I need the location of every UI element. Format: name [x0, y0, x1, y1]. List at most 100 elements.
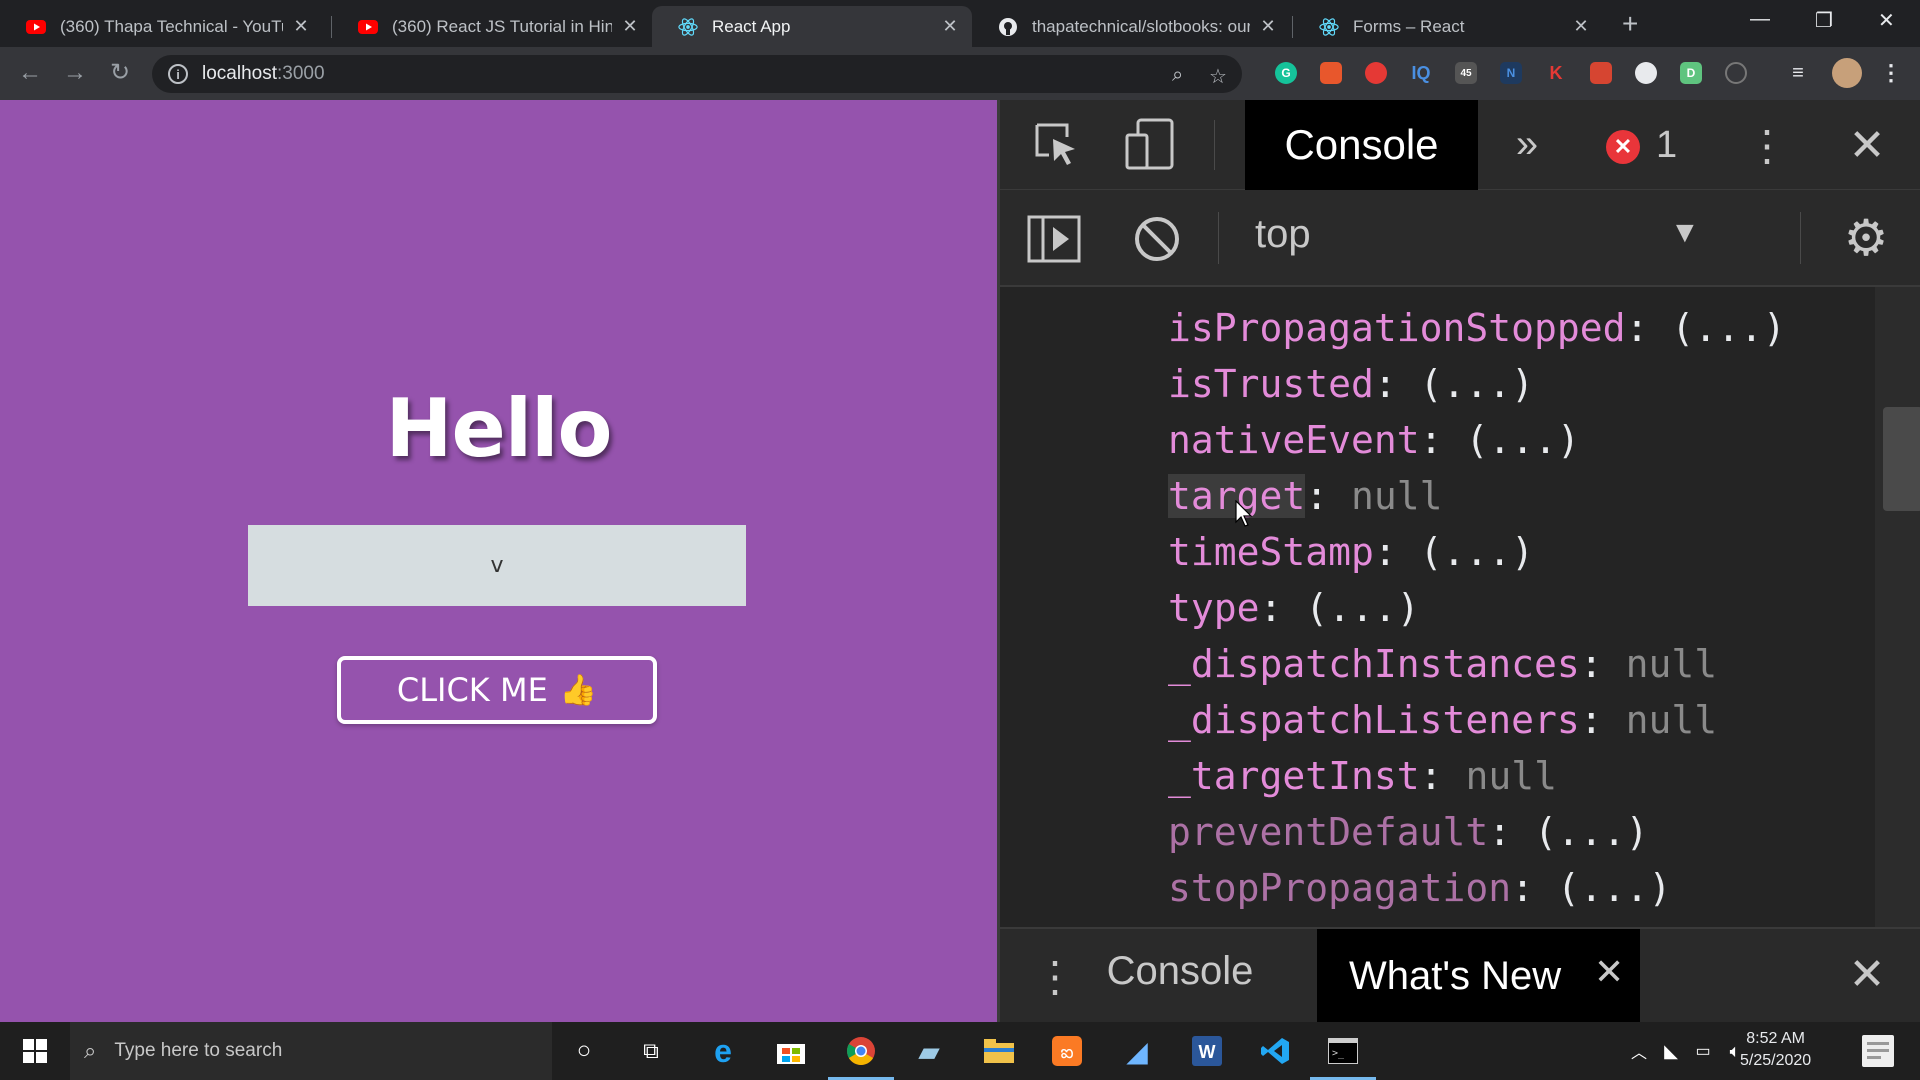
property-value[interactable]: (...)	[1420, 362, 1534, 406]
click-me-button[interactable]: CLICK ME 👍	[337, 656, 657, 724]
browser-tab[interactable]: (360) React JS Tutorial in Hindi ✕	[332, 6, 652, 47]
new-tab-button[interactable]: +	[1622, 10, 1638, 38]
internet-explorer-icon[interactable]: e	[702, 1030, 744, 1072]
windows-taskbar: ⌕ Type here to search ○ ⧉ e ▰ ఐ ◢ W >_ ︿…	[0, 1022, 1920, 1080]
console-property-line[interactable]: _dispatchInstances: null	[1168, 641, 1717, 687]
error-icon[interactable]: ✕	[1606, 130, 1640, 164]
console-property-line[interactable]: type: (...)	[1168, 585, 1420, 631]
property-key: isTrusted	[1168, 362, 1374, 406]
tab-title: (360) Thapa Technical - YouTube	[60, 16, 283, 36]
property-separator: :	[1419, 418, 1466, 462]
media-control-icon[interactable]: ≡	[1787, 62, 1809, 84]
console-property-line[interactable]: _dispatchListeners: null	[1168, 697, 1717, 743]
extension-icon[interactable]	[1365, 62, 1387, 84]
property-separator: :	[1259, 586, 1306, 630]
tab-console[interactable]: Console	[1245, 100, 1478, 190]
context-selector[interactable]: top	[1255, 212, 1311, 257]
inspect-element-icon[interactable]	[1030, 118, 1082, 170]
mouse-cursor-icon	[1235, 499, 1255, 533]
grammarly-extension-icon[interactable]: G	[1275, 62, 1297, 84]
bookmark-star-icon[interactable]: ☆	[1209, 64, 1227, 89]
console-property-line[interactable]: stopPropagation: (...)	[1168, 865, 1671, 911]
xampp-icon[interactable]: ఐ	[1046, 1030, 1088, 1072]
console-property-line[interactable]: nativeEvent: (...)	[1168, 417, 1580, 463]
console-scrollbar[interactable]	[1875, 287, 1920, 927]
property-value[interactable]: (...)	[1534, 810, 1648, 854]
show-sidebar-icon[interactable]	[1027, 214, 1081, 264]
browser-tab-active[interactable]: React App ✕	[652, 6, 972, 47]
extension-icon[interactable]: IQ	[1410, 62, 1432, 84]
zoom-icon[interactable]: ⌕	[1172, 64, 1183, 87]
task-view-icon[interactable]: ⧉	[630, 1030, 672, 1072]
clear-console-icon[interactable]	[1132, 214, 1182, 264]
property-value[interactable]: (...)	[1671, 306, 1785, 350]
word-icon[interactable]: W	[1186, 1030, 1228, 1072]
tab-close-icon[interactable]: ✕	[1573, 16, 1589, 37]
console-property-line[interactable]: isTrusted: (...)	[1168, 361, 1534, 407]
error-count[interactable]: 1	[1656, 124, 1677, 167]
drawer-tab-whats-new[interactable]: What's New ✕	[1317, 929, 1640, 1024]
extension-icon[interactable]	[1635, 62, 1657, 84]
minimize-icon[interactable]: —	[1750, 8, 1770, 31]
extension-icon[interactable]: D	[1680, 62, 1702, 84]
tab-close-icon[interactable]: ✕	[1260, 16, 1276, 37]
devtools-close-icon[interactable]: ✕	[1840, 118, 1894, 172]
forward-arrow-icon[interactable]: →	[61, 59, 89, 87]
reload-icon[interactable]: ↻	[106, 59, 134, 87]
tab-close-icon[interactable]: ✕	[293, 16, 309, 37]
close-tab-icon[interactable]: ✕	[1594, 951, 1624, 993]
dropdown-arrow-icon[interactable]: ▼	[1670, 216, 1700, 250]
console-property-line[interactable]: target: null	[1168, 473, 1443, 519]
browser-tab[interactable]: thapatechnical/slotbooks: our ✕	[972, 6, 1290, 47]
input-value: v	[490, 553, 504, 578]
microsoft-store-icon[interactable]	[770, 1030, 812, 1072]
more-tabs-chevron-icon[interactable]: »	[1505, 122, 1549, 166]
browser-tab[interactable]: Forms – React ✕	[1293, 6, 1603, 47]
extension-icon[interactable]	[1590, 62, 1612, 84]
system-clock[interactable]: 8:52 AM 5/25/2020	[1740, 1028, 1811, 1072]
console-property-line[interactable]: preventDefault: (...)	[1168, 809, 1648, 855]
notepad-icon[interactable]: ▰	[908, 1030, 950, 1072]
property-value: null	[1625, 698, 1718, 742]
vscode-icon[interactable]	[1254, 1030, 1296, 1072]
drawer-close-icon[interactable]: ✕	[1840, 947, 1894, 1001]
console-property-line[interactable]: timeStamp: (...)	[1168, 529, 1534, 575]
property-value[interactable]: (...)	[1305, 586, 1419, 630]
file-explorer-icon[interactable]	[978, 1030, 1020, 1072]
browser-tab[interactable]: (360) Thapa Technical - YouTube ✕	[0, 6, 323, 47]
extension-icon[interactable]	[1725, 62, 1747, 84]
device-toolbar-icon[interactable]	[1122, 116, 1178, 172]
windows-start-icon[interactable]	[14, 1030, 56, 1072]
devtools-menu-icon[interactable]: ⋮	[1746, 118, 1788, 172]
console-property-line[interactable]: _targetInst: null	[1168, 753, 1557, 799]
extension-icon[interactable]: N	[1500, 62, 1522, 84]
chrome-icon[interactable]	[840, 1030, 882, 1072]
taskbar-search-box[interactable]: ⌕ Type here to search	[70, 1022, 552, 1080]
property-value[interactable]: (...)	[1465, 418, 1579, 462]
drawer-menu-icon[interactable]: ⋮	[1034, 949, 1076, 1003]
restore-icon[interactable]: ❐	[1815, 8, 1833, 33]
cortana-icon[interactable]: ○	[563, 1030, 605, 1072]
extension-icon[interactable]: K	[1545, 62, 1567, 84]
property-value[interactable]: (...)	[1557, 866, 1671, 910]
text-input[interactable]: v	[248, 525, 746, 606]
site-info-icon[interactable]: i	[168, 64, 188, 84]
property-separator: :	[1373, 530, 1420, 574]
extension-badge-icon[interactable]: 45	[1455, 62, 1477, 84]
window-close-icon[interactable]: ✕	[1878, 8, 1895, 33]
tab-close-icon[interactable]: ✕	[622, 16, 638, 37]
profile-avatar[interactable]	[1832, 58, 1862, 88]
extension-icon[interactable]	[1320, 62, 1342, 84]
drawer-tab-console[interactable]: Console	[1100, 949, 1260, 994]
browser-menu-icon[interactable]: ⋮	[1880, 60, 1902, 85]
back-arrow-icon[interactable]: ←	[16, 59, 44, 87]
console-property-line[interactable]: isPropagationStopped: (...)	[1168, 305, 1786, 351]
tab-close-icon[interactable]: ✕	[942, 16, 958, 37]
settings-gear-icon[interactable]: ⚙	[1838, 210, 1894, 266]
address-bar[interactable]: i localhost:3000 ⌕ ☆	[152, 55, 1242, 93]
scrollbar-thumb[interactable]	[1883, 407, 1920, 511]
terminal-icon[interactable]: >_	[1322, 1030, 1364, 1072]
property-value[interactable]: (...)	[1420, 530, 1534, 574]
notification-center-icon[interactable]	[1858, 1030, 1898, 1072]
app-icon[interactable]: ◢	[1116, 1030, 1158, 1072]
